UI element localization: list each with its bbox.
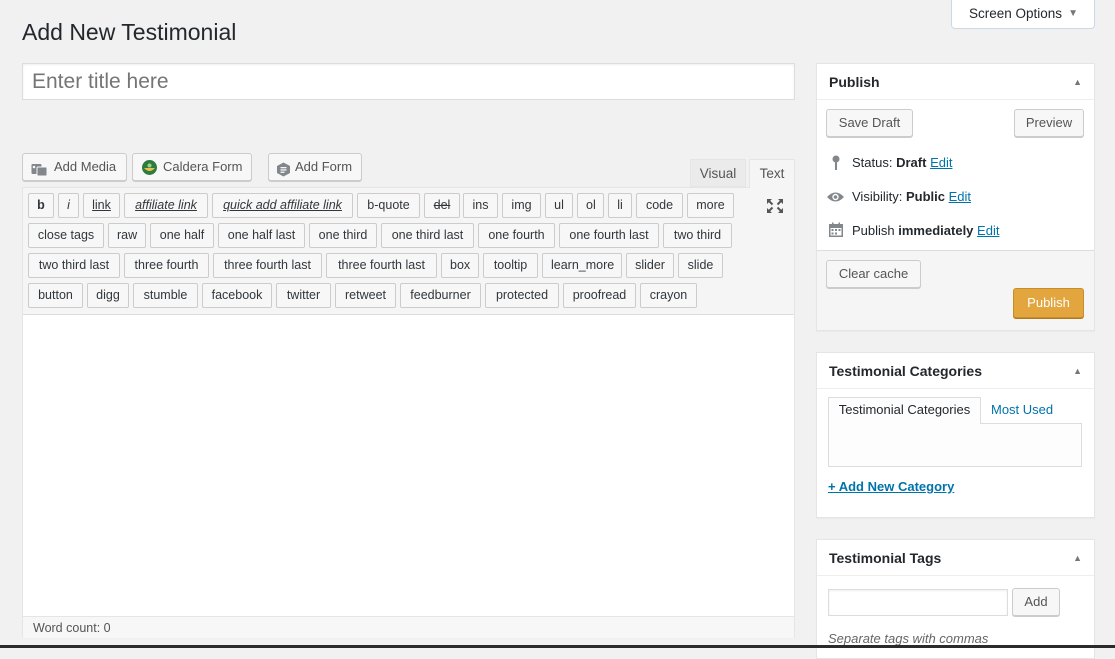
visibility-label: Visibility:	[852, 189, 903, 204]
status-label: Status:	[852, 155, 893, 170]
quicktag-img[interactable]: img	[502, 193, 541, 218]
publish-date-label: Publish	[852, 223, 895, 238]
eye-icon	[826, 191, 844, 207]
form-icon	[276, 160, 291, 177]
screen-options-button[interactable]: Screen Options ▼	[951, 0, 1095, 29]
quicktag-b-quote[interactable]: b-quote	[357, 193, 420, 218]
publish-box-header[interactable]: Publish ▲	[817, 64, 1094, 100]
quicktag-code[interactable]: code	[636, 193, 683, 218]
pin-icon	[829, 154, 845, 170]
quicktag-three-fourth[interactable]: three fourth	[124, 253, 209, 278]
add-tag-button[interactable]: Add	[1012, 588, 1060, 616]
tags-box-header[interactable]: Testimonial Tags ▲	[817, 540, 1094, 576]
screen-options-label: Screen Options	[969, 6, 1063, 21]
quicktag-li[interactable]: li	[608, 193, 632, 218]
visibility-value: Public	[905, 189, 945, 204]
word-count-value: 0	[103, 621, 111, 635]
page-title: Add New Testimonial	[22, 19, 237, 45]
word-count-bar: Word count: 0	[23, 616, 794, 638]
tags-box-title: Testimonial Tags	[829, 550, 942, 566]
quicktag-facebook[interactable]: facebook	[202, 283, 272, 308]
quicktag-one-half[interactable]: one half	[150, 223, 214, 248]
quicktag-button[interactable]: button	[28, 283, 83, 308]
quicktag-ol[interactable]: ol	[577, 193, 604, 218]
quicktag-three-fourth-last[interactable]: three fourth last	[213, 253, 322, 278]
quicktag-slider[interactable]: slider	[626, 253, 674, 278]
quicktag-affiliate-link[interactable]: affiliate link	[124, 193, 208, 218]
quicktag-b[interactable]: b	[28, 193, 54, 218]
collapse-up-icon[interactable]: ▲	[1073, 540, 1082, 576]
quicktag-tooltip[interactable]: tooltip	[483, 253, 538, 278]
quicktag-protected[interactable]: protected	[485, 283, 559, 308]
quicktag-slide[interactable]: slide	[678, 253, 723, 278]
edit-status-link[interactable]: Edit	[930, 155, 952, 170]
save-draft-button[interactable]: Save Draft	[826, 109, 913, 137]
preview-button[interactable]: Preview	[1014, 109, 1084, 137]
quicktag-quick-add-affiliate-link[interactable]: quick add affiliate link	[212, 193, 353, 218]
quicktag-i[interactable]: i	[58, 193, 79, 218]
quicktag-ins[interactable]: ins	[463, 193, 498, 218]
tab-text[interactable]: Text	[749, 159, 795, 188]
calendar-icon	[828, 222, 844, 238]
caldera-icon	[141, 159, 157, 175]
quicktag-learn-more[interactable]: learn_more	[542, 253, 622, 278]
quicktag-three-fourth-last[interactable]: three fourth last	[326, 253, 437, 278]
quicktag-retweet[interactable]: retweet	[335, 283, 396, 308]
add-form-label: Add Form	[295, 159, 353, 174]
quicktag-feedburner[interactable]: feedburner	[400, 283, 481, 308]
collapse-up-icon[interactable]: ▲	[1073, 64, 1082, 100]
quicktag-ul[interactable]: ul	[545, 193, 573, 218]
chevron-down-icon: ▼	[1068, 8, 1078, 19]
edit-publish-date-link[interactable]: Edit	[977, 223, 999, 238]
quicktag-proofread[interactable]: proofread	[563, 283, 636, 308]
status-row: Status: Draft Edit	[852, 155, 952, 170]
add-form-button[interactable]: Add Form	[268, 153, 362, 181]
add-media-button[interactable]: Add Media	[22, 153, 127, 181]
publish-box-title: Publish	[829, 74, 880, 90]
publish-date-row: Publish immediately Edit	[852, 223, 999, 238]
media-icon	[31, 160, 48, 177]
quicktag-two-third-last[interactable]: two third last	[28, 253, 120, 278]
quicktag-one-fourth-last[interactable]: one fourth last	[559, 223, 659, 248]
caldera-form-label: Caldera Form	[163, 159, 243, 174]
quicktag-two-third[interactable]: two third	[663, 223, 732, 248]
quicktag-close-tags[interactable]: close tags	[28, 223, 104, 248]
quicktag-link[interactable]: link	[83, 193, 120, 218]
quicktag-del[interactable]: del	[424, 193, 460, 218]
tab-most-used[interactable]: Most Used	[991, 402, 1053, 417]
quicktag-crayon[interactable]: crayon	[640, 283, 697, 308]
collapse-up-icon[interactable]: ▲	[1073, 353, 1082, 389]
title-input[interactable]	[22, 63, 795, 100]
status-value: Draft	[896, 155, 927, 170]
quicktag-box[interactable]: box	[441, 253, 479, 278]
quicktag-digg[interactable]: digg	[87, 283, 129, 308]
quicktag-one-third-last[interactable]: one third last	[381, 223, 474, 248]
word-count-label: Word count:	[33, 621, 101, 635]
fullscreen-icon[interactable]	[766, 198, 784, 214]
tab-all-categories[interactable]: Testimonial Categories	[828, 397, 981, 424]
quicktag-more[interactable]: more	[687, 193, 734, 218]
add-new-category-link[interactable]: + Add New Category	[828, 479, 954, 494]
quicktag-one-half-last[interactable]: one half last	[218, 223, 305, 248]
quicktag-raw[interactable]: raw	[108, 223, 146, 248]
quicktag-twitter[interactable]: twitter	[276, 283, 331, 308]
publish-button[interactable]: Publish	[1013, 288, 1084, 318]
caldera-form-button[interactable]: Caldera Form	[132, 153, 252, 181]
categories-panel	[828, 423, 1082, 467]
categories-box-title: Testimonial Categories	[829, 363, 983, 379]
quicktag-stumble[interactable]: stumble	[133, 283, 198, 308]
edit-visibility-link[interactable]: Edit	[949, 189, 971, 204]
add-media-label: Add Media	[54, 159, 117, 174]
categories-box-header[interactable]: Testimonial Categories ▲	[817, 353, 1094, 389]
quicktag-one-fourth[interactable]: one fourth	[478, 223, 555, 248]
text-editor-area[interactable]	[23, 316, 794, 616]
tag-input[interactable]	[828, 589, 1008, 616]
clear-cache-button[interactable]: Clear cache	[826, 260, 921, 288]
visibility-row: Visibility: Public Edit	[852, 189, 971, 204]
quicktag-one-third[interactable]: one third	[309, 223, 377, 248]
tab-visual[interactable]: Visual	[690, 159, 746, 187]
tags-hint: Separate tags with commas	[828, 631, 989, 646]
publish-date-value: immediately	[898, 223, 974, 238]
